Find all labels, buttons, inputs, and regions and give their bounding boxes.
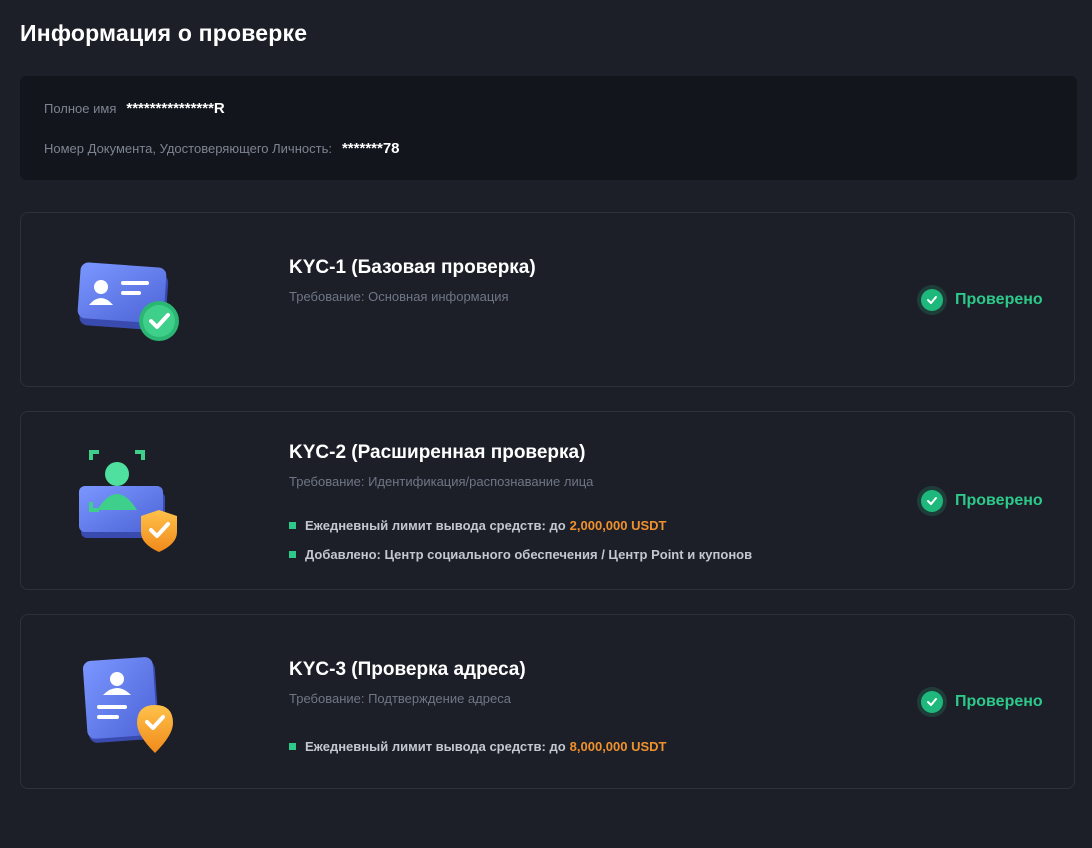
page-title: Информация о проверке (20, 20, 308, 46)
benefit-text: Ежедневный лимит вывода средств: до (305, 517, 566, 533)
benefit-text: Ежедневный лимит вывода средств: до (305, 738, 566, 754)
kyc-2-card: KYC-2 (Расширенная проверка) Требование:… (20, 411, 1075, 590)
full-name-row: Полное имя ***************R (44, 100, 225, 117)
kyc-1-text: KYC-1 (Базовая проверка) Требование: Осн… (289, 257, 536, 304)
check-circle-icon (917, 687, 947, 717)
kyc-2-status-label: Проверено (955, 492, 1043, 509)
identity-info-panel: Полное имя ***************R Номер Докуме… (20, 76, 1077, 180)
benefit-item: Ежедневный лимит вывода средств: до 2,00… (289, 515, 752, 535)
kyc-3-status-label: Проверено (955, 693, 1043, 710)
bullet-square-icon (289, 521, 296, 529)
kyc-1-status-label: Проверено (955, 291, 1043, 308)
address-document-pin-icon (73, 653, 193, 763)
benefit-highlight: 2,000,000 USDT (569, 517, 667, 533)
face-recognition-shield-icon (73, 448, 193, 558)
document-number-label: Номер Документа, Удостоверяющего Личност… (44, 141, 332, 156)
bullet-square-icon (289, 550, 296, 558)
kyc-2-benefits: Ежедневный лимит вывода средств: до 2,00… (289, 515, 752, 564)
id-card-check-icon (73, 253, 193, 363)
benefit-highlight: 8,000,000 USDT (569, 738, 667, 754)
kyc-2-title: KYC-2 (Расширенная проверка) (289, 442, 586, 463)
kyc-2-status: Проверено (917, 486, 1043, 516)
kyc-1-requirement: Требование: Основная информация (289, 289, 509, 304)
check-circle-icon (917, 285, 947, 315)
kyc-2-requirement: Требование: Идентификация/распознавание … (289, 474, 594, 489)
benefit-item: Ежедневный лимит вывода средств: до 8,00… (289, 736, 667, 756)
kyc-3-card: KYC-3 (Проверка адреса) Требование: Подт… (20, 614, 1075, 789)
check-circle-icon (917, 486, 947, 516)
kyc-3-requirement: Требование: Подтверждение адреса (289, 691, 511, 706)
document-number-value: *******78 (341, 140, 400, 157)
kyc-3-title: KYC-3 (Проверка адреса) (289, 659, 526, 680)
full-name-value: ***************R (126, 100, 225, 117)
benefit-item: Добавлено: Центр социального обеспечения… (289, 544, 752, 564)
full-name-label: Полное имя (44, 101, 117, 116)
kyc-2-text: KYC-2 (Расширенная проверка) Требование:… (289, 442, 752, 573)
kyc-3-status: Проверено (917, 687, 1043, 717)
kyc-1-card: KYC-1 (Базовая проверка) Требование: Осн… (20, 212, 1075, 387)
bullet-square-icon (289, 742, 296, 750)
kyc-1-status: Проверено (917, 285, 1043, 315)
document-number-row: Номер Документа, Удостоверяющего Личност… (44, 140, 400, 157)
kyc-3-text: KYC-3 (Проверка адреса) Требование: Подт… (289, 659, 667, 765)
kyc-3-benefits: Ежедневный лимит вывода средств: до 8,00… (289, 736, 667, 756)
benefit-text: Добавлено: Центр социального обеспечения… (305, 546, 753, 562)
kyc-1-title: KYC-1 (Базовая проверка) (289, 257, 536, 278)
